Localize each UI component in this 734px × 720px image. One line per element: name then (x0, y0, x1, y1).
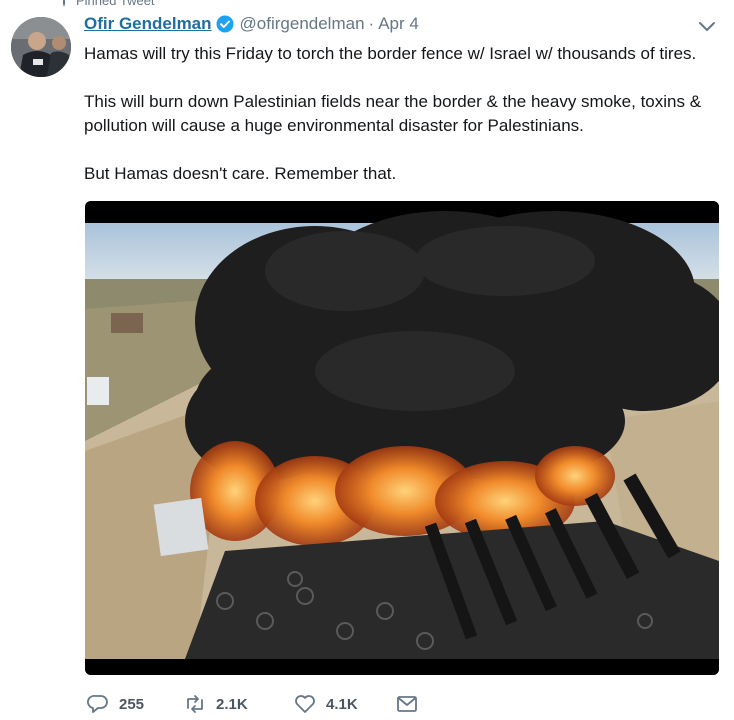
fire-smoke-photo (85, 201, 719, 675)
chevron-down-icon[interactable] (698, 20, 716, 34)
retweet-icon (187, 695, 203, 713)
pinned-label: Pinned Tweet (76, 0, 155, 8)
tweet-date[interactable]: Apr 4 (378, 14, 419, 34)
pinned-indicator: Pinned Tweet (58, 0, 155, 8)
author-handle[interactable]: @ofirgendelman (240, 14, 365, 34)
reply-icon (87, 695, 108, 713)
tweet-photo[interactable] (85, 201, 719, 675)
separator-dot: · (368, 14, 375, 33)
tweet-header: Ofir Gendelman @ofirgendelman · Apr 4 (84, 14, 419, 34)
author-name[interactable]: Ofir Gendelman (84, 14, 212, 34)
tweet-paragraph: This will burn down Palestinian fields n… (84, 92, 702, 135)
like-count: 4.1K (326, 695, 358, 713)
direct-message-button[interactable] (396, 694, 418, 714)
reply-button[interactable]: 255 (87, 694, 184, 714)
tweet-actions: 255 2.1K 4.1K (87, 694, 418, 714)
verified-badge-icon (216, 15, 234, 33)
retweet-count: 2.1K (216, 695, 248, 713)
tweet-text: Hamas will try this Friday to torch the … (84, 42, 724, 210)
avatar[interactable] (11, 17, 71, 77)
heart-icon (295, 695, 315, 713)
like-button[interactable]: 4.1K (294, 694, 396, 714)
retweet-button[interactable]: 2.1K (184, 694, 294, 714)
avatar-image (11, 17, 71, 77)
tweet-paragraph: But Hamas doesn't care. Remember that. (84, 164, 397, 183)
envelope-icon (397, 696, 417, 712)
tweet-paragraph: Hamas will try this Friday to torch the … (84, 44, 697, 63)
reply-count: 255 (119, 695, 145, 713)
pin-icon (63, 0, 65, 7)
